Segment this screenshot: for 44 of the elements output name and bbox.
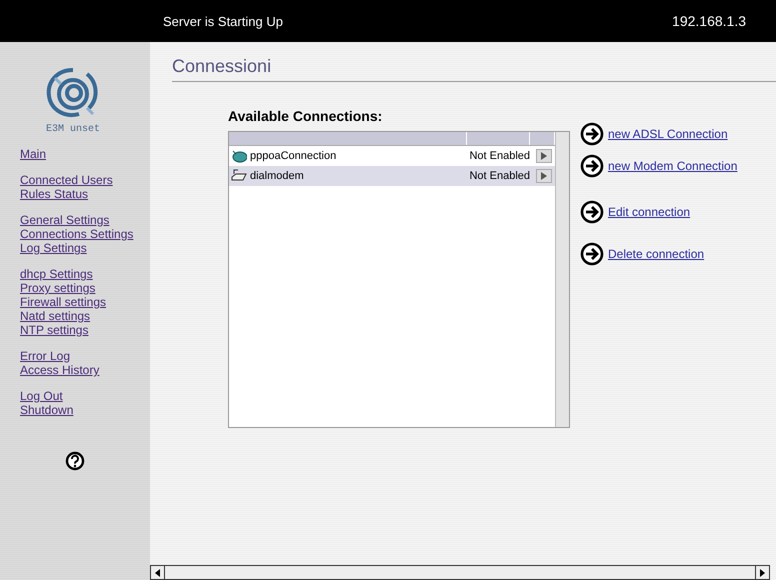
action-link[interactable]: Edit connection bbox=[608, 205, 690, 219]
sidebar-link[interactable]: Firewall settings bbox=[20, 295, 150, 309]
arrow-circle-icon[interactable] bbox=[580, 200, 604, 224]
connection-status: Not Enabled bbox=[469, 150, 530, 162]
action-link[interactable]: new ADSL Connection bbox=[608, 127, 728, 141]
sidebar-link[interactable]: Connected Users bbox=[20, 173, 150, 187]
logo-caption: E3M unset bbox=[46, 124, 100, 135]
page-title: Connessioni bbox=[172, 56, 776, 82]
right-triangle-icon bbox=[760, 568, 765, 576]
connection-name: pppoaConnection bbox=[250, 150, 338, 162]
arrow-circle-icon[interactable] bbox=[580, 122, 604, 146]
connection-name: dialmodem bbox=[250, 170, 305, 182]
play-button[interactable] bbox=[536, 169, 552, 183]
action-link[interactable]: new Modem Connection bbox=[608, 159, 738, 173]
triangle-icon bbox=[541, 152, 547, 160]
arrow-circle-icon[interactable] bbox=[580, 154, 604, 178]
sidebar-link[interactable]: Main bbox=[20, 147, 150, 161]
sidebar-link[interactable]: Natd settings bbox=[20, 309, 150, 323]
play-button[interactable] bbox=[536, 149, 552, 163]
network-icon bbox=[231, 149, 247, 163]
connection-row[interactable]: dialmodem Not Enabled bbox=[229, 166, 555, 186]
modem-icon bbox=[231, 169, 247, 183]
triangle-icon bbox=[541, 172, 547, 180]
sidebar-link[interactable]: General Settings bbox=[20, 213, 150, 227]
help-icon[interactable] bbox=[65, 451, 85, 471]
sidebar-link[interactable]: Rules Status bbox=[20, 187, 150, 201]
horizontal-scrollbar[interactable] bbox=[150, 565, 770, 580]
sidebar-link[interactable]: Access History bbox=[20, 363, 150, 377]
vertical-scrollbar[interactable] bbox=[555, 132, 569, 427]
action-link[interactable]: Delete connection bbox=[608, 247, 704, 261]
sidebar-link[interactable]: Error Log bbox=[20, 349, 150, 363]
arrow-circle-icon[interactable] bbox=[580, 242, 604, 266]
section-heading: Available Connections: bbox=[228, 108, 384, 124]
sidebar-link[interactable]: Log Settings bbox=[20, 241, 150, 255]
sidebar-link[interactable]: Proxy settings bbox=[20, 281, 150, 295]
sidebar-link[interactable]: Shutdown bbox=[20, 403, 150, 417]
sidebar-link[interactable]: Log Out bbox=[20, 389, 150, 403]
sidebar-link[interactable]: dhcp Settings bbox=[20, 267, 150, 281]
sidebar-link[interactable]: Connections Settings bbox=[20, 227, 150, 241]
ip-address: 192.168.1.3 bbox=[672, 13, 746, 29]
server-status: Server is Starting Up bbox=[163, 14, 283, 28]
sidebar-link[interactable]: NTP settings bbox=[20, 323, 150, 337]
connection-status: Not Enabled bbox=[469, 170, 530, 182]
left-triangle-icon bbox=[155, 568, 160, 576]
